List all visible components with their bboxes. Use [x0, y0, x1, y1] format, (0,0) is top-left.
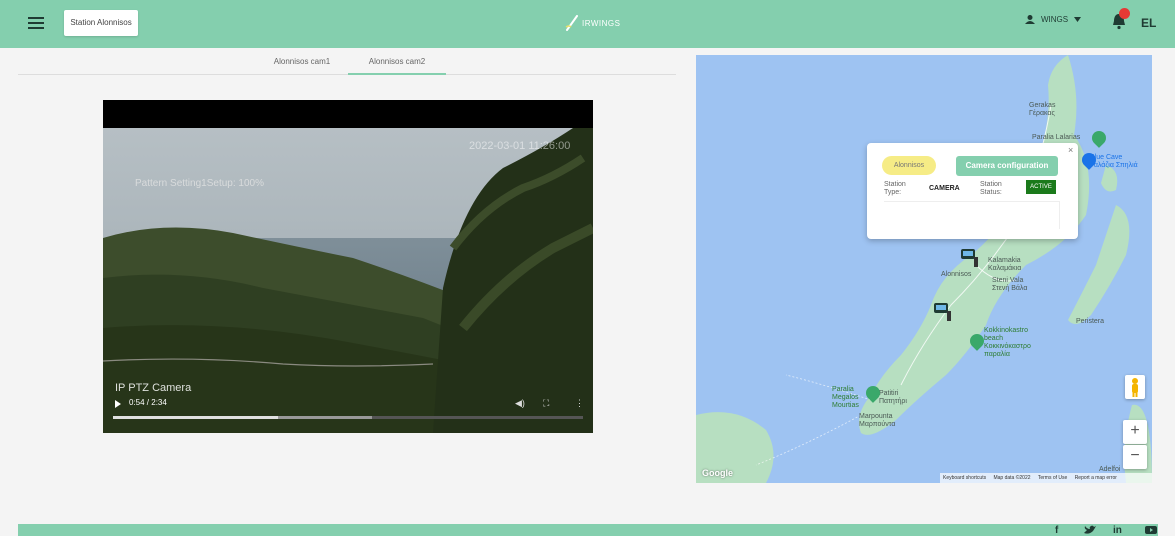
user-menu[interactable]: WINGS [1025, 15, 1082, 24]
fullscreen-icon[interactable]: ⛶ [543, 398, 549, 409]
status-badge: ACTIVE [1026, 180, 1056, 194]
street-view-pegman-icon[interactable] [1125, 375, 1145, 399]
logo-text: IRWINGS [582, 18, 621, 28]
camera-video-player[interactable]: 2022-03-01 11:26:00 Pattern Setting1Setu… [103, 100, 593, 433]
camera-station-marker-icon[interactable] [932, 299, 958, 323]
wing-logo-icon [565, 15, 578, 31]
station-type-label: Station Type: [884, 181, 906, 196]
facebook-icon[interactable]: f [1055, 525, 1058, 536]
youtube-glyph [1145, 526, 1157, 534]
camera-label: IP PTZ Camera [115, 382, 192, 394]
map-attribution: Keyboard shortcuts Map data ©2022 Terms … [940, 473, 1152, 483]
map-label-alonnisos: Alonnisos [941, 271, 972, 278]
zoom-in-button[interactable]: + [1123, 420, 1147, 444]
close-icon[interactable]: × [1068, 145, 1073, 155]
map-label-peristera: Peristera [1076, 318, 1105, 325]
notifications-button[interactable] [1110, 8, 1132, 32]
video-time: 0:54 / 2:34 [129, 398, 167, 407]
report-map-error-link[interactable]: Report a map error [1075, 475, 1117, 481]
zoom-out-button[interactable]: − [1123, 445, 1147, 469]
google-logo: Google [702, 468, 733, 478]
map-label-paralia-lalarias: Paralia Lalarias [1032, 134, 1081, 141]
camera-tabs: Alonnisos cam1 Alonnisos cam2 [18, 52, 676, 75]
camera-configuration-button[interactable]: Camera configuration [956, 156, 1058, 176]
camera-station-marker-icon[interactable] [959, 245, 985, 269]
twitter-icon[interactable] [1084, 525, 1096, 536]
volume-icon[interactable]: ◀) [515, 398, 525, 409]
youtube-icon[interactable] [1145, 525, 1157, 536]
station-type-value: CAMERA [929, 185, 960, 192]
map-label-patitiri: Patitiri Πατητήρι [879, 390, 907, 405]
keyboard-shortcuts-link[interactable]: Keyboard shortcuts [943, 475, 986, 481]
notification-badge [1119, 8, 1130, 19]
video-timestamp: 2022-03-01 11:26:00 [469, 140, 571, 152]
pegman-icon [1132, 378, 1138, 397]
popup-content-area [884, 201, 1060, 229]
map-label-marpounta: Marpounta Μαρπούντα [859, 413, 896, 428]
video-controls: 0:54 / 2:34 ◀) ⛶ ⋮ [103, 395, 593, 433]
app-logo: IRWINGS [565, 13, 620, 33]
map-label-steni-vala: Steni Vala Στενή Βάλα [992, 277, 1028, 292]
more-options-icon[interactable]: ⋮ [575, 398, 584, 409]
terms-of-use-link[interactable]: Terms of Use [1038, 475, 1067, 481]
language-switch[interactable]: EL [1141, 16, 1156, 30]
hamburger-menu-icon[interactable] [28, 14, 44, 34]
station-select-button[interactable]: Station Alonnisos [64, 10, 138, 36]
twitter-bird-glyph [1084, 525, 1096, 534]
tab-alonnisos-cam1[interactable]: Alonnisos cam1 [256, 52, 348, 75]
map-label-paralia-megalos: Paralia Megalos Mourtias [832, 386, 859, 409]
video-overlay-text: Pattern Setting1Setup: 100% [135, 178, 264, 189]
tab-alonnisos-cam2[interactable]: Alonnisos cam2 [348, 52, 446, 75]
caret-down-icon [1074, 17, 1082, 22]
user-name: WINGS [1041, 15, 1069, 24]
play-icon[interactable] [115, 400, 121, 408]
station-map[interactable]: Gerakas Γέρακας Paralia Lalarias Blue Ca… [696, 55, 1152, 483]
map-label-blue-cave: Blue Cave Γαλάζια Σπηλιά [1090, 154, 1138, 169]
map-label-kokkinokastro: Kokkinokastro beach Κοκκινόκαστρο παραλί… [984, 327, 1031, 358]
video-progress-bar[interactable] [113, 416, 583, 419]
map-data-text: Map data ©2022 [993, 475, 1031, 481]
footer-bar [18, 524, 1158, 536]
station-name-pill: Alonnisos [882, 156, 936, 175]
linkedin-icon[interactable]: in [1113, 525, 1122, 536]
user-icon [1025, 15, 1035, 24]
station-status-label: Station Status: [980, 181, 1002, 196]
map-label-kalamakia: Kalamakia Καλαμάκια [988, 257, 1022, 272]
progress-played [113, 416, 278, 419]
map-label-gerakas: Gerakas Γέρακας [1029, 102, 1056, 117]
station-info-popup: × Alonnisos Camera configuration Station… [867, 143, 1078, 239]
top-navbar: Station Alonnisos IRWINGS WINGS EL [0, 0, 1175, 48]
map-terrain [696, 55, 1152, 483]
